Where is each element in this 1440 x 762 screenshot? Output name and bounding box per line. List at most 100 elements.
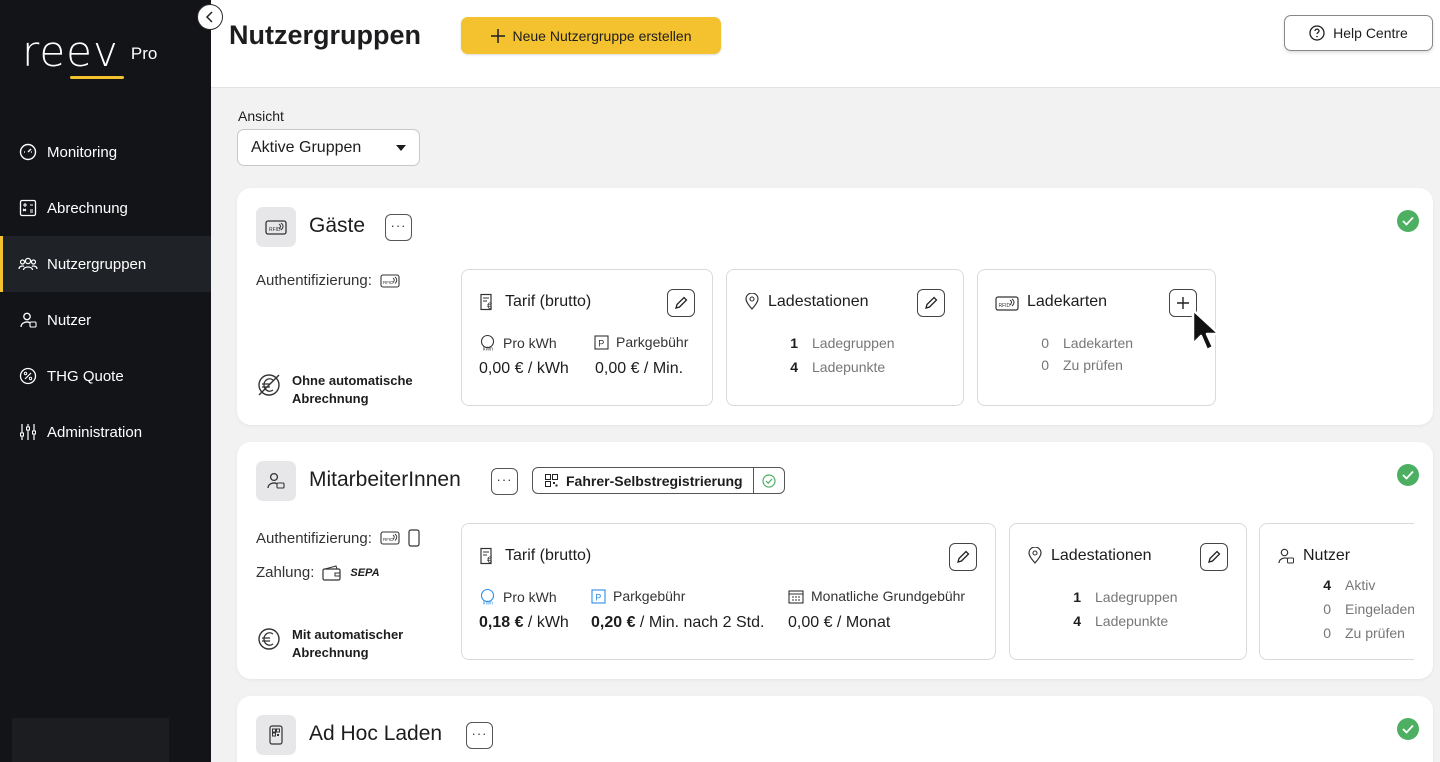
sidebar-nav: Monitoring Abrechnung Nutzergruppen Nutz… — [0, 124, 211, 460]
sepa-logo: SEPA — [350, 566, 380, 579]
users-to-check-count: 0 — [1323, 625, 1331, 641]
sidebar-item-monitoring[interactable]: Monitoring — [0, 124, 211, 180]
invited-users-count: 0 — [1323, 601, 1331, 617]
cards-count: 0 — [1041, 335, 1049, 351]
svg-text:P: P — [598, 338, 604, 348]
help-centre-button[interactable]: Help Centre — [1284, 15, 1433, 51]
tariff-title: € Tarif (brutto) — [479, 293, 591, 311]
per-kwh-text: Pro kWh — [503, 334, 557, 351]
svg-text:kWh: kWh — [483, 601, 493, 606]
user-icon — [18, 310, 38, 330]
calendar-icon — [788, 589, 804, 604]
charge-points-count: 4 — [1073, 613, 1081, 629]
view-select[interactable]: Aktive Gruppen — [237, 129, 420, 166]
more-icon: ··· — [390, 217, 407, 233]
sidebar-item-thg-quote[interactable]: THG Quote — [0, 348, 211, 404]
edit-stations-button[interactable] — [1200, 543, 1228, 571]
billing-mode: Ohne automatische Abrechnung — [256, 372, 432, 408]
users-title-text: Nutzer — [1303, 547, 1351, 564]
gauge-icon — [18, 142, 38, 162]
charge-points-count: 4 — [790, 359, 798, 375]
sidebar-item-nutzergruppen[interactable]: Nutzergruppen — [0, 236, 211, 292]
wallet-icon — [322, 564, 341, 581]
reev-pro-logo[interactable]: reev Pro — [22, 30, 158, 79]
stations-title: Ladestationen — [744, 293, 869, 311]
cards-to-check-stat: 0 Zu prüfen — [1037, 357, 1123, 373]
smartphone-icon — [408, 529, 420, 547]
circle-check-icon — [754, 473, 784, 488]
authentication-label: Authentifizierung: — [256, 272, 372, 289]
view-label: Ansicht — [238, 108, 284, 124]
edit-tariff-button[interactable] — [949, 543, 977, 571]
rfid-icon: RFID — [380, 531, 400, 545]
per-kwh-unit: / kWh — [523, 614, 569, 631]
parking-value: 0,20 € / Min. nach 2 Std. — [591, 614, 764, 632]
plus-icon — [1177, 297, 1189, 309]
self-registration-badge[interactable]: Fahrer-Selbstregistrierung — [532, 467, 785, 494]
tariff-title-text: Tarif (brutto) — [505, 547, 592, 564]
group-title: Ad Hoc Laden — [309, 722, 443, 745]
charge-points-stat: 4 Ladepunkte — [786, 359, 885, 375]
sidebar-footer — [12, 718, 169, 762]
edit-tariff-button[interactable] — [667, 289, 695, 317]
station-groups-stat: 1 Ladegruppen — [1069, 589, 1177, 605]
station-groups-count: 1 — [790, 335, 798, 351]
create-user-group-label: Neue Nutzergruppe erstellen — [512, 27, 692, 44]
active-check-icon — [1397, 210, 1419, 232]
sidebar-item-label: THG Quote — [47, 367, 124, 385]
collapse-sidebar-button[interactable] — [197, 4, 223, 30]
pencil-icon — [1208, 550, 1221, 563]
cards-label: Ladekarten — [1063, 335, 1134, 351]
parking-text: Parkgebühr — [613, 588, 686, 604]
stations-title-text: Ladestationen — [1051, 547, 1152, 564]
qr-code-icon — [545, 474, 558, 487]
cards-stat: 0 Ladekarten — [1037, 335, 1133, 351]
group-card-gaeste: RFID Gäste ··· Authentifizierung: RFID O… — [237, 188, 1433, 425]
qr-code-icon — [256, 715, 296, 755]
per-kwh-value: 0,00 € / kWh — [479, 360, 569, 377]
monthly-fee-value: 0,00 € / Monat — [788, 614, 891, 631]
sidebar-item-label: Nutzer — [47, 311, 92, 329]
pencil-icon — [925, 296, 938, 309]
sidebar-item-label: Nutzergruppen — [47, 255, 147, 273]
group-more-button[interactable]: ··· — [466, 722, 493, 749]
sidebar-item-abrechnung[interactable]: Abrechnung — [0, 180, 211, 236]
logo-suffix: Pro — [130, 44, 158, 63]
billing-mode: Mit automatischer Abrechnung — [256, 626, 432, 662]
parking-label: P Parkgebühr — [591, 588, 685, 604]
edit-stations-button[interactable] — [917, 289, 945, 317]
svg-text:RFID: RFID — [269, 227, 281, 233]
svg-text:P: P — [595, 592, 601, 602]
active-check-icon — [1397, 718, 1419, 740]
parking-icon: P — [591, 588, 606, 604]
svg-text:€: € — [487, 555, 492, 565]
sidebar-item-administration[interactable]: Administration — [0, 404, 211, 460]
charging-cards-box: RFID Ladekarten 0 Ladekarten 0 Zu prüfen — [977, 269, 1216, 406]
group-title: Gäste — [309, 214, 366, 237]
tariff-icon: € — [480, 547, 492, 565]
billing-mode-label: Mit automatischer Abrechnung — [292, 627, 404, 660]
stations-title: Ladestationen — [1027, 547, 1152, 565]
no-auto-billing-icon — [258, 374, 280, 396]
location-pin-icon — [1028, 547, 1042, 564]
invited-users-label: Eingeladen — [1345, 601, 1416, 617]
parking-text: Parkgebühr — [616, 334, 689, 350]
tariff-title-text: Tarif (brutto) — [505, 293, 592, 310]
help-icon — [1309, 25, 1325, 41]
sidebar: reev Pro Monitoring Abrechnung Nutzergru… — [0, 0, 211, 762]
kwh-icon: kWh — [480, 334, 495, 352]
group-more-button[interactable]: ··· — [385, 214, 412, 241]
sliders-icon — [18, 422, 38, 442]
rfid-card-icon: RFID — [995, 295, 1019, 311]
payment-label: Zahlung: — [256, 564, 315, 581]
svg-text:kWh: kWh — [483, 347, 493, 352]
charge-points-label: Ladepunkte — [812, 359, 886, 375]
station-groups-count: 1 — [1073, 589, 1081, 605]
page-header: Nutzergruppen Neue Nutzergruppe erstelle… — [211, 0, 1440, 88]
self-registration-label: Fahrer-Selbstregistrierung — [533, 468, 754, 493]
more-icon: ··· — [471, 725, 488, 741]
sidebar-item-label: Abrechnung — [47, 199, 128, 217]
sidebar-item-nutzer[interactable]: Nutzer — [0, 292, 211, 348]
group-more-button[interactable]: ··· — [491, 468, 518, 495]
create-user-group-button[interactable]: Neue Nutzergruppe erstellen — [461, 17, 721, 54]
